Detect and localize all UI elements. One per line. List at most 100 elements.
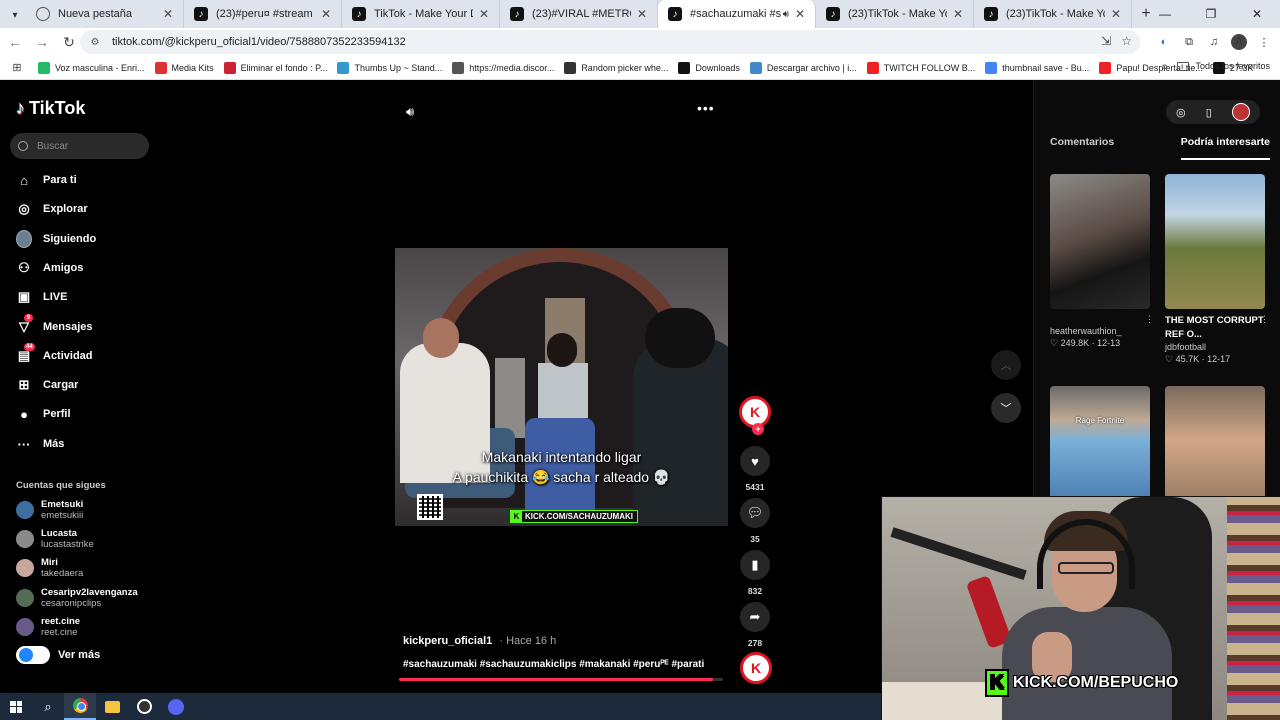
followed-account[interactable]: reet.cine reet.cine	[16, 616, 80, 638]
author-name[interactable]: kickperu_oficial1	[403, 635, 492, 647]
bookmark-item[interactable]: Thumbs Up ~ Stand...	[337, 61, 442, 74]
bookmark-item[interactable]: Eliminar el fondo : P...	[223, 61, 327, 74]
tab-close-icon[interactable]: ✕	[477, 7, 491, 21]
video-progress-bar[interactable]	[399, 678, 723, 681]
tab-close-icon[interactable]: ✕	[951, 7, 965, 21]
heart-icon[interactable]: ♥	[740, 446, 770, 476]
install-app-icon[interactable]: ⇲	[1101, 34, 1111, 48]
save-action[interactable]: ▮ 832	[737, 550, 773, 596]
nav-item-messages[interactable]: ▽ 9 Mensajes	[16, 314, 93, 339]
bookmark-item[interactable]: Random picker whe...	[564, 61, 668, 74]
more-options-icon[interactable]: •••	[697, 100, 715, 116]
more-options-icon[interactable]: ⋮	[1260, 314, 1269, 325]
search-input[interactable]	[37, 140, 137, 152]
user-avatar[interactable]	[1231, 103, 1250, 121]
address-bar[interactable]: ⚙ tiktok.com/@kickperu_oficial1/video/75…	[80, 30, 1140, 54]
start-button[interactable]	[0, 693, 32, 720]
browser-menu-icon[interactable]: ⋮	[1256, 34, 1272, 50]
site-info-icon[interactable]: ⚙	[88, 35, 102, 49]
browser-tab[interactable]: ♪ TikTok - Make Your Day ✕	[342, 0, 500, 28]
creator-avatar-button[interactable]: K +	[737, 396, 773, 435]
followed-account[interactable]: Emetsuki emetsukiii	[16, 499, 83, 521]
browser-tab[interactable]: ♪ (23)TikTok - Make Your Day ✕	[816, 0, 974, 28]
share-icon[interactable]: ➦	[740, 602, 770, 632]
comment-icon[interactable]: 💬︎	[740, 498, 770, 528]
apps-grid-icon[interactable]: ⊞	[6, 61, 28, 74]
bookmark-item[interactable]: Descargar archivo | i...	[749, 61, 857, 74]
like-action[interactable]: ♥ 5431	[737, 446, 773, 492]
creator-avatar[interactable]: K +	[739, 396, 771, 435]
tab-close-icon[interactable]: ✕	[793, 7, 807, 21]
browser-tab[interactable]: ♪ (23)TikTok - Make Your Day ✕	[974, 0, 1132, 28]
browser-tab[interactable]: ♪ (23)#VIRAL #METRO 2 DE LIMA ✕	[500, 0, 658, 28]
follow-plus-icon[interactable]: +	[752, 423, 764, 435]
suggested-video-thumbnail[interactable]	[1165, 174, 1265, 309]
toggle-icon[interactable]	[16, 646, 50, 664]
share-action[interactable]: ➦ 278	[737, 602, 773, 648]
device-icon[interactable]: ▯	[1206, 106, 1212, 119]
tab-close-icon[interactable]: ✕	[319, 7, 333, 21]
video-hashtags[interactable]: #sachauzumaki #sachauzumakiclips #makana…	[403, 659, 704, 670]
search-box[interactable]	[10, 133, 149, 159]
bookmark-item[interactable]: TWITCH FOLLOW B...	[866, 61, 975, 74]
nav-item-upload[interactable]: ⊞ Cargar	[16, 373, 79, 397]
nav-item-compass[interactable]: ◎ Explorar	[16, 197, 87, 221]
tab-close-icon[interactable]: ✕	[635, 7, 649, 21]
reload-button[interactable]: ↻	[57, 30, 81, 54]
followed-account[interactable]: Miri takedaera	[16, 557, 83, 579]
more-options-icon[interactable]: ⋮	[1145, 314, 1154, 325]
nav-item-live[interactable]: ▣ LIVE	[16, 285, 68, 309]
taskbar-search-icon[interactable]: ⌕	[32, 693, 64, 720]
all-bookmarks-button[interactable]: Todos los favoritos	[1177, 61, 1270, 71]
nav-item-home[interactable]: ⌂ Para ti	[16, 168, 77, 192]
nav-item-friends[interactable]: ⚇ Amigos	[16, 256, 83, 280]
tab-audio-icon[interactable]: 🔊︎	[783, 9, 789, 20]
back-button[interactable]: ←	[3, 30, 27, 54]
tab-suggested[interactable]: Podría interesarte	[1180, 136, 1271, 160]
comment-action[interactable]: 💬︎ 35	[737, 498, 773, 544]
bookmark-item[interactable]: https://media.discor...	[452, 61, 554, 74]
bookmark-item[interactable]: Downloads	[678, 61, 740, 74]
browser-tab[interactable]: ♪ (23)#peru¤ #stream #rodrigoc ✕	[184, 0, 342, 28]
see-more-button[interactable]: Ver más	[16, 646, 100, 664]
close-window-button[interactable]: ✕	[1234, 0, 1280, 28]
previous-video-button[interactable]: ︿	[991, 350, 1021, 380]
bookmark-item[interactable]: Voz masculina - Enri...	[38, 61, 145, 74]
profile-avatar[interactable]: A	[1231, 34, 1247, 50]
bookmark-item[interactable]: Media Kits	[154, 61, 214, 74]
suggested-video-user[interactable]: heatherwauthion_	[1050, 326, 1154, 336]
browser-tab[interactable]: ♪ #sachauzumaki #sachauzumaki🔊︎ ✕	[658, 0, 816, 28]
music-disc-avatar[interactable]: K	[740, 652, 772, 684]
video-player[interactable]: Makanaki intentando ligar A pauchikita 😂…	[395, 248, 728, 526]
tab-search-icon[interactable]: ▾	[6, 6, 24, 24]
followed-account[interactable]: Cesaripv2lavenganza cesaronipclips	[16, 587, 138, 609]
tiktok-logo[interactable]: ♪ TikTok	[16, 98, 85, 119]
taskbar-chrome[interactable]	[64, 693, 96, 720]
minimize-button[interactable]: —	[1142, 0, 1188, 28]
nav-item-more[interactable]: ··· Más	[16, 432, 65, 456]
maximize-button[interactable]: ❐	[1188, 0, 1234, 28]
taskbar-discord[interactable]	[160, 693, 192, 720]
volume-icon[interactable]: 🔊︎	[406, 104, 414, 120]
taskbar-recorder[interactable]	[128, 693, 160, 720]
browser-tab[interactable]: Nueva pestaña ✕	[26, 0, 184, 28]
nav-item-profile[interactable]: ● Perfil	[16, 402, 70, 426]
extension-icon[interactable]: ◐	[1156, 34, 1172, 50]
tab-close-icon[interactable]: ✕	[161, 7, 175, 21]
tab-close-icon[interactable]: ✕	[1109, 7, 1123, 21]
music-disc-icon[interactable]: K	[740, 652, 772, 684]
next-video-button[interactable]: ﹀	[991, 393, 1021, 423]
video-author[interactable]: kickperu_oficial1 · Hace 16 h	[403, 635, 556, 647]
nav-item-following-avatar[interactable]: Siguiendo	[16, 227, 96, 251]
bookmark-icon[interactable]: ▮	[740, 550, 770, 580]
bookmark-item[interactable]: thumbnail save - Bu...	[985, 61, 1089, 74]
bookmark-star-icon[interactable]: ☆	[1121, 34, 1132, 48]
media-control-icon[interactable]: ♫	[1206, 34, 1222, 50]
suggested-video-title[interactable]: THE MOST CORRUPT REF O...	[1165, 314, 1269, 342]
nav-item-activity[interactable]: ▤ 44 Actividad	[16, 343, 93, 368]
suggested-video-thumbnail[interactable]	[1050, 174, 1150, 309]
followed-account[interactable]: Lucasta lucastastrike	[16, 528, 94, 550]
bookmarks-overflow-icon[interactable]: »	[1162, 61, 1168, 73]
forward-button[interactable]: →	[30, 30, 54, 54]
suggested-video-user[interactable]: jdbfootball	[1165, 342, 1269, 352]
